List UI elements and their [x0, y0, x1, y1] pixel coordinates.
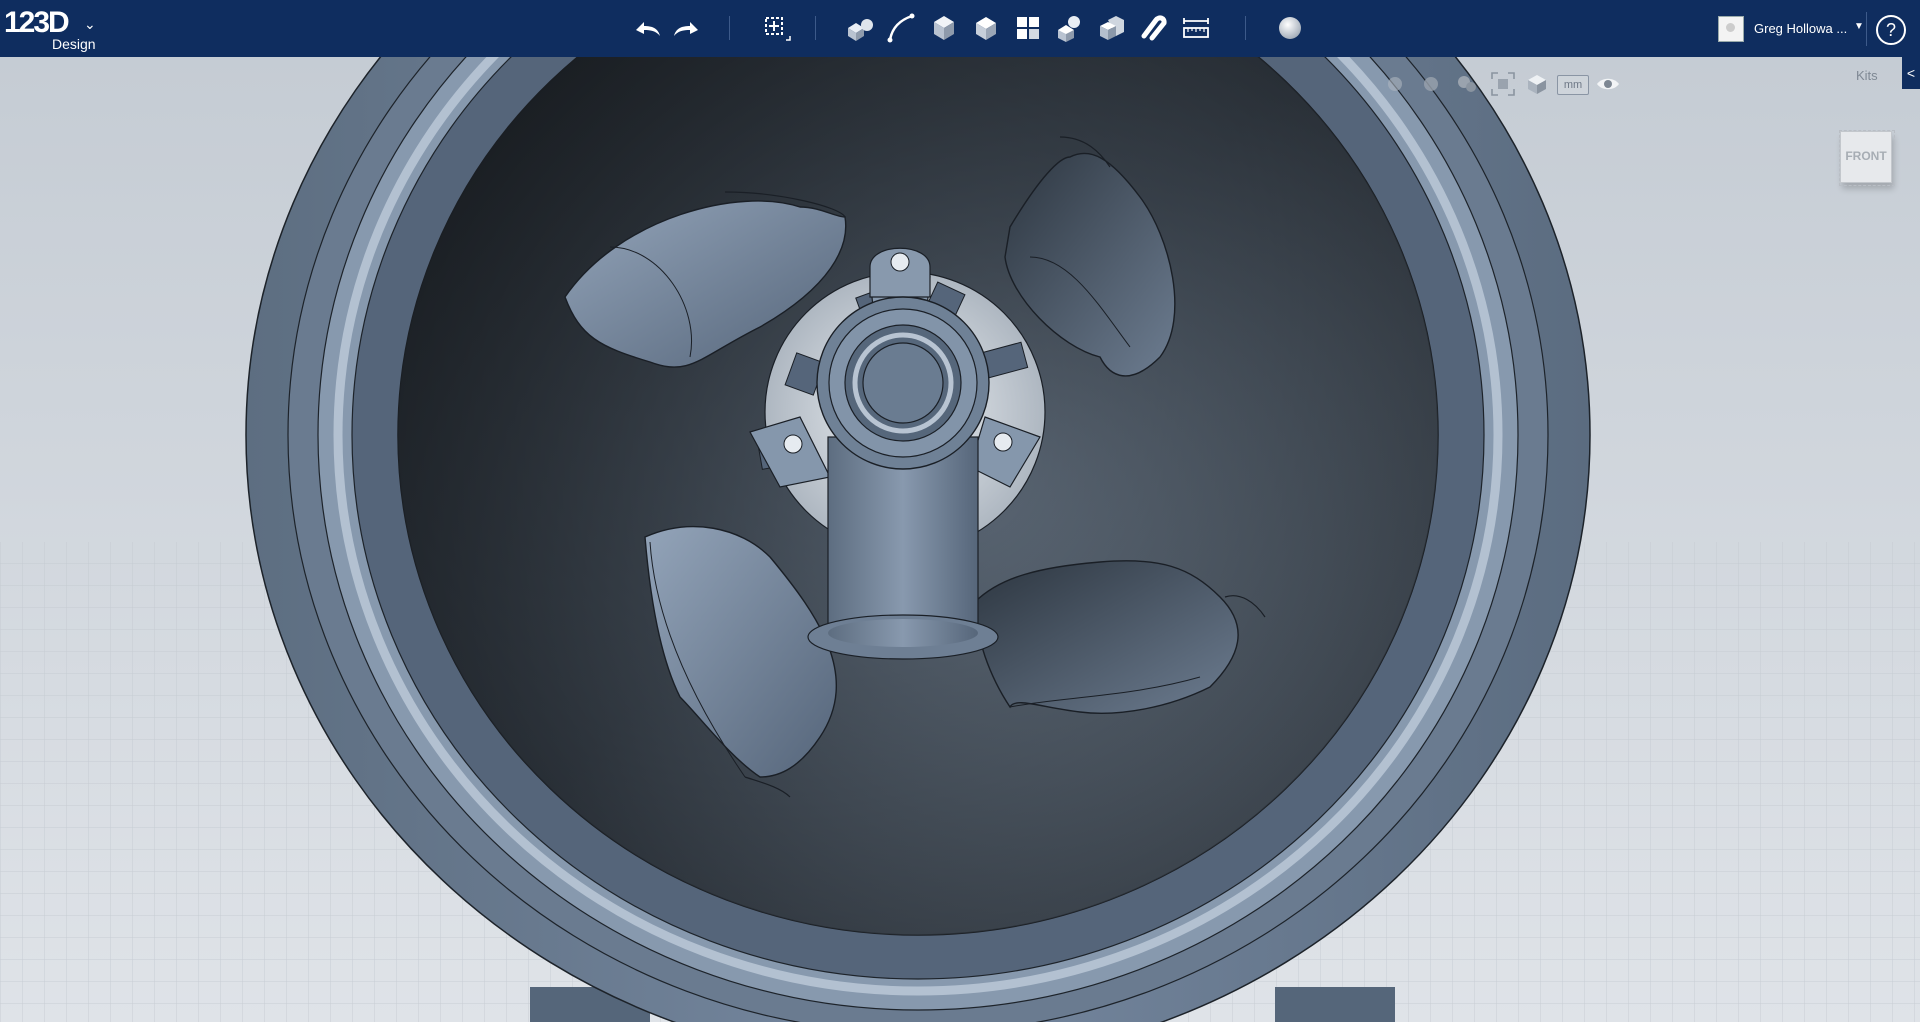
material-icon	[1279, 17, 1301, 39]
fit-view-button[interactable]	[1488, 69, 1518, 99]
zoom-button[interactable]	[1452, 69, 1482, 99]
user-name: Greg Hollowa ...	[1754, 21, 1848, 36]
redo-button[interactable]	[668, 8, 708, 48]
toolbar-divider	[1866, 12, 1867, 46]
logo-text: 123D	[4, 6, 70, 39]
side-panel-toggle[interactable]: <	[1902, 57, 1920, 89]
orbit-icon	[1424, 77, 1438, 91]
grouping-icon	[1058, 16, 1080, 42]
undo-icon	[636, 22, 660, 36]
view-navigation-tools: mm	[1380, 69, 1640, 99]
measure-icon	[1183, 18, 1209, 38]
app-menu-logo[interactable]: 123D ⌄ Design	[4, 6, 104, 52]
perspective-button[interactable]	[1522, 69, 1552, 99]
undo-button[interactable]	[626, 8, 666, 48]
sketch-icon	[887, 13, 915, 43]
caret-down-icon: ▼	[1854, 21, 1864, 32]
kits-link[interactable]: Kits	[1856, 68, 1878, 83]
perspective-icon	[1528, 75, 1546, 94]
view-cube-label: FRONT	[1845, 149, 1887, 163]
fan-model-render	[0, 57, 1920, 1022]
primitives-icon	[848, 19, 873, 41]
help-button[interactable]: ?	[1876, 15, 1906, 45]
main-toolbar: 123D ⌄ Design Greg Hollowa ... ▼ ?	[0, 0, 1920, 57]
modify-button[interactable]	[966, 8, 1006, 48]
3d-viewport[interactable]: mm Kits < FRONT	[0, 57, 1920, 1022]
pattern-button[interactable]	[1008, 8, 1048, 48]
logo-subtitle: Design	[52, 36, 96, 52]
modify-icon	[976, 17, 996, 40]
combine-button[interactable]	[1092, 8, 1132, 48]
pattern-icon	[1017, 17, 1039, 39]
view-cube[interactable]: FRONT	[1839, 130, 1895, 186]
avatar	[1718, 16, 1744, 42]
toolbar-divider	[1245, 16, 1246, 40]
measure-button[interactable]	[1176, 8, 1216, 48]
toolbar-divider	[729, 16, 730, 40]
grouping-button[interactable]	[1050, 8, 1090, 48]
toolbar-divider	[815, 16, 816, 40]
zoom-icon	[1458, 76, 1476, 92]
material-button[interactable]	[1270, 8, 1310, 48]
combine-icon	[1100, 16, 1124, 40]
construct-button[interactable]	[924, 8, 964, 48]
units-button[interactable]: mm	[1557, 75, 1589, 95]
chevron-down-icon: ⌄	[84, 16, 96, 32]
pan-icon	[1388, 77, 1402, 91]
visibility-button[interactable]	[1593, 69, 1623, 99]
user-menu[interactable]: Greg Hollowa ... ▼	[1718, 15, 1868, 43]
orbit-button[interactable]	[1416, 69, 1446, 99]
snap-button[interactable]	[1134, 8, 1174, 48]
transform-button[interactable]	[756, 8, 796, 48]
eye-icon	[1597, 78, 1619, 90]
sketch-button[interactable]	[882, 8, 922, 48]
transform-icon	[765, 17, 791, 41]
pan-button[interactable]	[1380, 69, 1410, 99]
snap-icon	[1141, 15, 1167, 41]
redo-icon	[674, 22, 698, 36]
fit-view-icon	[1491, 72, 1515, 96]
primitives-button[interactable]	[840, 8, 880, 48]
construct-icon	[934, 16, 954, 40]
